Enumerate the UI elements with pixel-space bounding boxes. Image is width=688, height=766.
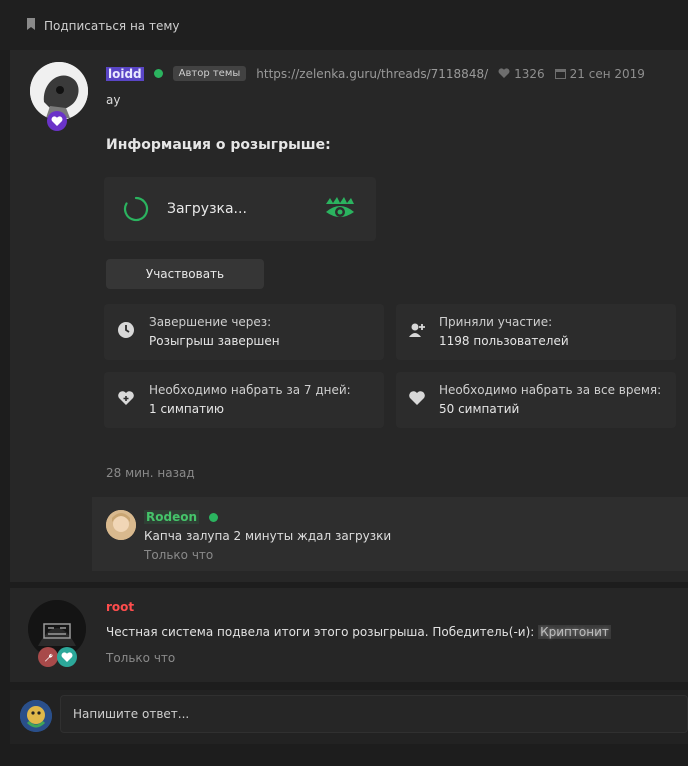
current-user-avatar[interactable] — [20, 700, 52, 732]
participate-button[interactable]: Участвовать — [106, 259, 264, 289]
online-indicator — [209, 512, 218, 522]
heart-badge-icon — [51, 115, 63, 126]
root-avatar[interactable] — [28, 600, 86, 658]
eye-logo-icon — [324, 196, 356, 222]
post-header: loidd Автор темы https://zelenka.guru/th… — [106, 66, 645, 81]
info-label: Необходимо набрать за 7 дней: — [149, 383, 351, 397]
info-card-participants — [396, 304, 676, 360]
author-badge — [47, 111, 67, 131]
heart-icon — [408, 389, 426, 407]
likes-count: 1326 — [498, 67, 545, 81]
bookmark-icon — [26, 18, 36, 33]
root-username[interactable]: root — [106, 600, 134, 614]
reply-input[interactable]: Напишите ответ... — [60, 695, 688, 733]
post-text: ay — [106, 93, 121, 107]
post-date: 21 сен 2019 — [554, 66, 645, 81]
user-plus-icon — [408, 321, 426, 339]
online-indicator — [153, 69, 163, 78]
info-label: Необходимо набрать за все время: — [439, 383, 662, 397]
comment-avatar[interactable] — [106, 510, 136, 540]
info-label: Завершение через: — [149, 315, 272, 329]
winner-username[interactable]: Криптонит — [538, 625, 611, 639]
info-card-ends — [104, 304, 384, 360]
clock-icon — [117, 321, 135, 339]
heart-badge-icon — [57, 647, 77, 667]
system-message-body: Честная система подвела итоги этого розы… — [106, 625, 535, 639]
comment-text: Капча залупа 2 минуты ждал загрузки — [144, 529, 392, 543]
info-label: Приняли участие: — [439, 315, 553, 329]
calendar-icon — [554, 69, 566, 79]
giveaway-title: Информация о розыгрыше: — [106, 137, 331, 153]
info-value: 1198 пользователей — [439, 334, 569, 348]
author-tag: Автор темы — [172, 66, 247, 81]
info-value: 50 симпатий — [439, 402, 520, 416]
subscribe-label: Подписаться на тему — [44, 18, 180, 33]
system-message-time[interactable]: Только что — [106, 651, 175, 665]
thread-link[interactable]: https://zelenka.guru/threads/7118848/ — [256, 67, 488, 81]
likes-value: 1326 — [514, 66, 545, 81]
author-username[interactable]: loidd — [106, 66, 144, 81]
info-value: Розыгрыш завершен — [149, 334, 280, 348]
system-message-text: Честная система подвела итоги этого розы… — [106, 625, 611, 639]
heart-icon — [498, 68, 510, 78]
info-card-alltime — [396, 372, 676, 428]
subscribe-button[interactable]: Подписаться на тему — [26, 18, 180, 33]
post-time[interactable]: 28 мин. назад — [106, 466, 195, 480]
comment-header: Rodeon — [144, 510, 218, 524]
heart-plus-icon — [117, 389, 135, 407]
loading-spinner-icon — [123, 196, 149, 222]
info-card-7days — [104, 372, 384, 428]
comment-username[interactable]: Rodeon — [144, 510, 199, 524]
date-value: 21 сен 2019 — [569, 66, 645, 81]
comment-time[interactable]: Только что — [144, 548, 213, 562]
loading-label: Загрузка... — [167, 201, 247, 217]
info-value: 1 симпатию — [149, 402, 224, 416]
wrench-badge-icon — [38, 647, 58, 667]
